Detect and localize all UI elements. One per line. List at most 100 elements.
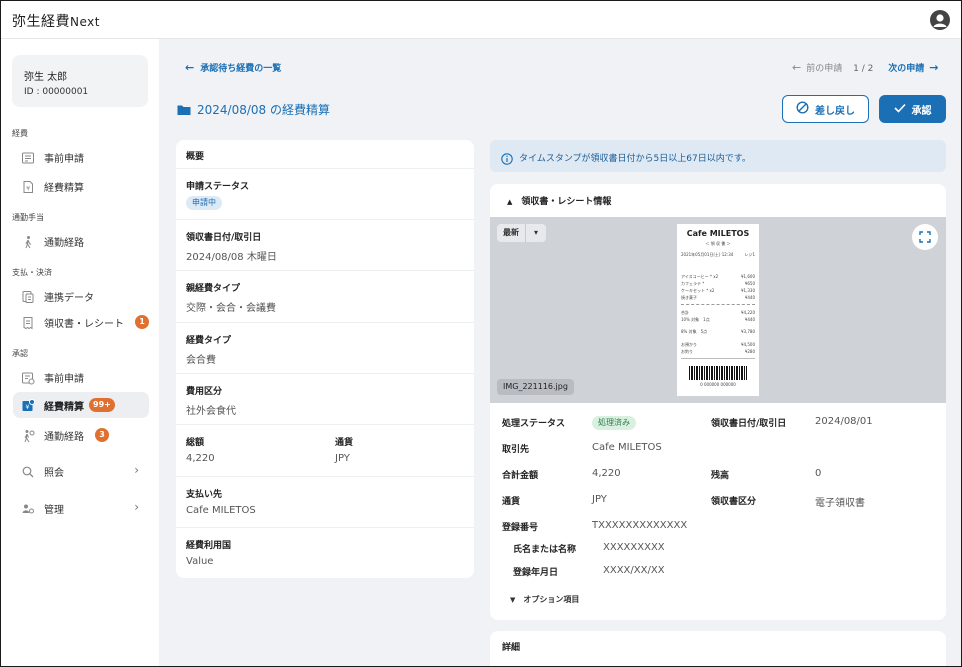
options-toggle[interactable]: ▼ オプション項目 xyxy=(510,594,579,605)
chevron-right-icon: › xyxy=(134,500,139,514)
info-banner: タイムスタンプが領収書日付から5日以上67日以内です。 xyxy=(490,140,946,172)
expand-icon[interactable] xyxy=(912,224,938,250)
info-banner-text: タイムスタンプが領収書日付から5日以上67日以内です。 xyxy=(519,154,751,164)
version-label: 最新 xyxy=(497,224,526,242)
receipt-image-subtitle: ＜ 領 収 書 ＞ xyxy=(705,241,731,246)
sidebar-item-label: 通勤経路 xyxy=(44,238,84,249)
arrow-left-icon: ← xyxy=(185,61,195,74)
receipt-image-line-left: お釣り xyxy=(681,349,693,354)
payee-label: 支払い先 xyxy=(186,490,223,500)
receipt-heading: 領収書・レシート情報 xyxy=(521,197,612,207)
status-label: 申請ステータス xyxy=(186,182,250,192)
back-to-list-link[interactable]: ← 承認待ち経費の一覧 xyxy=(185,61,281,74)
sidebar-item-admin[interactable]: 管理 › xyxy=(13,495,149,521)
receipt-section-toggle[interactable]: ▲ 領収書・レシート情報 xyxy=(507,194,611,207)
folder-icon xyxy=(177,104,191,119)
sidebar-item-approval-commute[interactable]: 通勤経路 3 xyxy=(13,422,149,448)
arrow-right-icon: → xyxy=(929,61,939,74)
caret-down-icon: ▼ xyxy=(510,596,516,604)
parent-type-label: 親経費タイプ xyxy=(186,284,241,294)
page-count: 1 / 2 xyxy=(853,64,874,74)
receipt-image-line-right: レジ1 xyxy=(744,252,755,257)
field-category: 費用区分 社外会食代 xyxy=(176,373,474,424)
details-heading: 詳細 xyxy=(502,643,521,653)
sidebar-item-inquiry[interactable]: 照会 › xyxy=(13,458,149,484)
summary-card: 概要 申請ステータス 申請中 領収書日付/取引日 2024/08/08 木曜日 … xyxy=(176,140,474,578)
walking-icon xyxy=(21,234,35,249)
country-label: 経費利用国 xyxy=(186,541,232,551)
reg-date-value: XXXX/XX/XX xyxy=(603,565,665,576)
user-avatar-icon[interactable] xyxy=(930,10,950,30)
receipt-image-line-left: 焼き菓子 xyxy=(681,295,697,300)
sidebar-item-expense[interactable]: ¥ 経費精算 xyxy=(13,173,149,199)
field-country: 経費利用国 Value xyxy=(176,527,474,578)
receipt-image-line-right: ¥280 xyxy=(744,349,755,354)
country-value: Value xyxy=(186,556,214,567)
amount-label: 合計金額 xyxy=(502,471,539,481)
receipt-image-line-right: ¥650 xyxy=(744,281,755,286)
users-gear-icon xyxy=(21,501,35,515)
return-button[interactable]: 差し戻し xyxy=(782,95,869,123)
receipt-date-label: 領収書日付/取引日 xyxy=(711,419,787,429)
receipt-icon xyxy=(21,315,35,330)
receipt-image-line-left: お預かり xyxy=(681,342,697,347)
caret-down-icon[interactable]: ▾ xyxy=(526,224,546,242)
sidebar-item-linked-data[interactable]: 連携データ xyxy=(13,283,149,309)
sidebar-item-label: 連携データ xyxy=(44,293,94,304)
document-yen-icon: ¥ xyxy=(21,179,35,193)
sidebar-item-approval-pre-application[interactable]: 事前申請 xyxy=(13,364,149,390)
receipt-date-value: 2024/08/01 xyxy=(815,416,873,427)
next-application-link[interactable]: 次の申請 → xyxy=(888,61,939,74)
receipt-image-line-right: ¥440 xyxy=(744,317,755,322)
page-title-text: 2024/08/08 の経費精算 xyxy=(197,103,330,117)
receipt-image-divider xyxy=(681,304,755,305)
approve-button[interactable]: 承認 xyxy=(879,95,946,123)
top-bar: 弥生経費Next xyxy=(1,1,961,39)
version-selector[interactable]: 最新 ▾ xyxy=(497,224,547,242)
linked-data-icon xyxy=(21,289,35,303)
search-icon xyxy=(21,464,35,478)
expense-approval-icon: ¥ xyxy=(21,398,35,412)
user-card: 弥生 太郎 ID : 00000001 xyxy=(12,55,148,107)
user-id: ID : 00000001 xyxy=(24,87,89,97)
sidebar-item-commute-route[interactable]: 通勤経路 xyxy=(13,228,149,254)
parent-type-value: 交際・会合・会議費 xyxy=(186,303,276,314)
svg-text:¥: ¥ xyxy=(25,403,29,411)
prev-application-link[interactable]: ← 前の申請 xyxy=(792,61,842,74)
approve-button-label: 承認 xyxy=(911,105,932,117)
reg-no-value: TXXXXXXXXXXXXX xyxy=(592,520,688,531)
nav-section-commute: 通勤手当 xyxy=(12,213,44,222)
nav-section-approval: 承認 xyxy=(12,349,28,358)
app-window: 弥生経費Next 弥生 太郎 ID : 00000001 経費 事前申請 ¥ 経… xyxy=(0,0,962,667)
nav-section-payment: 支払・決済 xyxy=(12,268,52,277)
category-label: 費用区分 xyxy=(186,387,223,397)
info-icon xyxy=(501,150,513,169)
proc-status-badge: 処理済み xyxy=(592,416,636,430)
balance-label: 残高 xyxy=(711,471,730,481)
app-title[interactable]: 弥生経費Next xyxy=(12,11,100,31)
check-icon xyxy=(893,103,906,116)
app-title-main: 弥生経費 xyxy=(12,14,70,30)
sidebar-item-approval-expense[interactable]: ¥ 経費精算 99+ xyxy=(13,392,149,418)
sidebar-item-pre-application[interactable]: 事前申請 xyxy=(13,144,149,170)
payee-value: Cafe MILETOS xyxy=(186,505,256,516)
pager: ← 前の申請 1 / 2 次の申請 → xyxy=(792,61,938,74)
currency-value: JPY xyxy=(335,453,350,464)
receipt-image-line-right: ¥4,220 xyxy=(741,310,755,315)
form-approval-icon xyxy=(21,370,35,385)
receipt-image-line-left: アイスコーヒー * x2 xyxy=(681,274,719,279)
sidebar-item-label: 事前申請 xyxy=(44,154,84,165)
receipt-info-card: ▲ 領収書・レシート情報 最新 ▾ Cafe MILETOS ＜ 領 収 書 ＞ … xyxy=(490,184,946,620)
receipt-filename: IMG_221116.jpg xyxy=(497,379,574,395)
receipt-image-line-left: ケーキセット * x2 xyxy=(681,288,715,293)
name-value: XXXXXXXXX xyxy=(603,542,665,553)
receipt-type-value: 電子領収書 xyxy=(815,498,865,509)
receipt-currency-value: JPY xyxy=(592,494,607,505)
balance-value: 0 xyxy=(815,468,822,479)
sidebar-item-label: 事前申請 xyxy=(44,374,84,385)
receipt-image: Cafe MILETOS ＜ 領 収 書 ＞ 2021年05月01日(土) 12… xyxy=(677,224,759,396)
receipt-image-line-right: ¥4,500 xyxy=(741,342,755,347)
form-icon xyxy=(21,150,35,164)
sidebar-item-receipts[interactable]: 領収書・レシート 1 xyxy=(13,309,149,335)
total-value: 4,220 xyxy=(186,453,215,464)
